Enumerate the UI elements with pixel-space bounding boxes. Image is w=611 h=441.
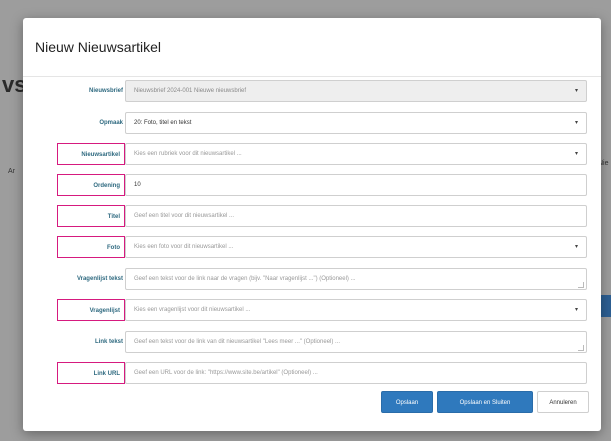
row-questionnaire-text: Vragenlijst tekst Geef een tekst voor de…	[23, 268, 601, 292]
order-value: 10	[134, 182, 141, 188]
background-text-fragment: Ar	[8, 168, 15, 175]
row-photo: Foto Kies een foto voor dit nieuwsartike…	[23, 236, 601, 260]
chevron-down-icon: ▾	[574, 151, 578, 157]
link-text-textarea[interactable]: Geef een tekst voor de link van dit nieu…	[125, 331, 587, 353]
chevron-down-icon: ▾	[574, 244, 578, 250]
chevron-down-icon: ▾	[574, 307, 578, 313]
row-link-url: Link URL Geef een URL voor de link: "htt…	[23, 362, 601, 386]
title-label: Titel	[57, 205, 125, 227]
row-questionnaire: Vragenlijst Kies een vragenlijst voor di…	[23, 299, 601, 323]
layout-label: Opmaak	[99, 120, 123, 126]
link-url-placeholder: Geef een URL voor de link: "https://www.…	[134, 370, 318, 376]
photo-label: Foto	[57, 236, 125, 258]
order-input[interactable]: 10	[125, 174, 587, 196]
link-url-label: Link URL	[57, 362, 125, 384]
questionnaire-text-placeholder: Geef een tekst voor de link naar de vrag…	[134, 276, 356, 282]
link-text-placeholder: Geef een tekst voor de link van dit nieu…	[134, 339, 341, 345]
link-text-label: Link tekst	[94, 339, 123, 345]
news-article-label: Nieuwsartikel	[57, 143, 125, 165]
questionnaire-placeholder: Kies een vragenlijst voor dit nieuwsarti…	[134, 307, 251, 313]
questionnaire-text-textarea[interactable]: Geef een tekst voor de link naar de vrag…	[125, 268, 587, 290]
title-input[interactable]: Geef een titel voor dit nieuwsartikel ..…	[125, 205, 587, 227]
row-layout: Opmaak 20: Foto, titel en tekst ▾	[23, 112, 601, 136]
news-article-select[interactable]: Kies een rubriek voor dit nieuwsartikel …	[125, 143, 587, 165]
save-and-close-button[interactable]: Opslaan en Sluiten	[437, 391, 533, 413]
resize-handle-icon[interactable]	[578, 345, 584, 351]
newsletter-value: Nieuwsbrief 2024-001 Nieuwe nieuwsbrief	[134, 88, 247, 94]
dialog-header: Nieuw Nieuwsartikel	[23, 18, 601, 77]
save-button[interactable]: Opslaan	[381, 391, 433, 413]
row-news-article: Nieuwsartikel Kies een rubriek voor dit …	[23, 143, 601, 167]
row-title: Titel Geef een titel voor dit nieuwsarti…	[23, 205, 601, 229]
questionnaire-text-label: Vragenlijst tekst	[76, 276, 123, 282]
new-news-article-dialog: Nieuw Nieuwsartikel Nieuwsbrief Nieuwsbr…	[23, 18, 601, 431]
newsletter-select[interactable]: Nieuwsbrief 2024-001 Nieuwe nieuwsbrief …	[125, 80, 587, 102]
photo-placeholder: Kies een foto voor dit nieuwsartikel ...	[134, 244, 234, 250]
cancel-button[interactable]: Annuleren	[537, 391, 589, 413]
questionnaire-label: Vragenlijst	[57, 299, 125, 321]
row-order: Ordening 10	[23, 174, 601, 198]
layout-select[interactable]: 20: Foto, titel en tekst ▾	[125, 112, 587, 134]
dialog-footer: Opslaan Opslaan en Sluiten Annuleren	[23, 391, 601, 415]
chevron-down-icon: ▾	[574, 120, 578, 126]
newsletter-label: Nieuwsbrief	[88, 88, 123, 94]
row-newsletter: Nieuwsbrief Nieuwsbrief 2024-001 Nieuwe …	[23, 80, 601, 104]
link-url-input[interactable]: Geef een URL voor de link: "https://www.…	[125, 362, 587, 384]
resize-handle-icon[interactable]	[578, 282, 584, 288]
photo-select[interactable]: Kies een foto voor dit nieuwsartikel ...…	[125, 236, 587, 258]
row-link-text: Link tekst Geef een tekst voor de link v…	[23, 331, 601, 355]
order-label: Ordening	[57, 174, 125, 196]
questionnaire-select[interactable]: Kies een vragenlijst voor dit nieuwsarti…	[125, 299, 587, 321]
dialog-title: Nieuw Nieuwsartikel	[35, 39, 162, 55]
title-placeholder: Geef een titel voor dit nieuwsartikel ..…	[134, 213, 235, 219]
news-article-placeholder: Kies een rubriek voor dit nieuwsartikel …	[134, 151, 242, 157]
layout-value: 20: Foto, titel en tekst	[134, 120, 192, 126]
chevron-down-icon: ▾	[574, 88, 578, 94]
